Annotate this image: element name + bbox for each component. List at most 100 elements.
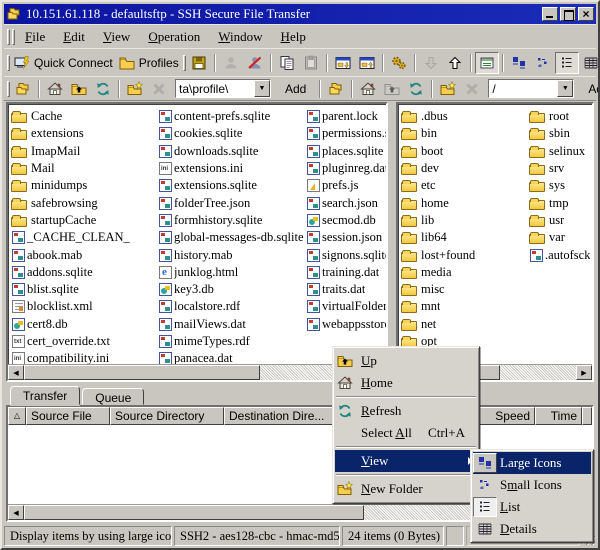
context-menu-item-select-all[interactable]: Select All Ctrl+A (335, 422, 477, 444)
file-bar-toggle-button[interactable] (475, 52, 499, 74)
submenu-item-small-icons[interactable]: Small Icons (473, 474, 591, 496)
minimize-button[interactable] (542, 7, 558, 21)
column-header-time[interactable]: Time (535, 407, 582, 425)
column-header-source-file[interactable]: Source File (26, 407, 110, 425)
title-bar[interactable]: 10.151.61.118 - defaultsftp - SSH Secure… (4, 4, 596, 24)
file-item[interactable]: minidumps (11, 177, 158, 194)
file-item[interactable]: permissions.sqlite (306, 125, 386, 142)
file-item[interactable]: key3.db (158, 281, 306, 298)
dropdown-arrow-icon[interactable]: ▼ (557, 80, 573, 97)
close-button[interactable]: × (578, 7, 594, 21)
menu-window[interactable]: Window (209, 27, 271, 47)
file-item[interactable]: places.sqlite (306, 143, 386, 160)
quick-connect-button[interactable]: Quick Connect (11, 52, 116, 74)
file-item[interactable]: traits.dat (306, 281, 386, 298)
file-item[interactable]: srv (529, 160, 592, 177)
remote-add-button[interactable]: Add (578, 78, 600, 100)
file-item[interactable]: media (401, 264, 529, 281)
file-item[interactable]: formhistory.sqlite (158, 212, 306, 229)
file-item[interactable]: localstore.rdf (158, 298, 306, 315)
menu-edit[interactable]: Edit (54, 27, 94, 47)
file-item[interactable]: etc (401, 177, 529, 194)
remote-home-button[interactable] (356, 78, 380, 100)
file-item[interactable]: mimeTypes.rdf (158, 333, 306, 350)
file-item[interactable]: net (401, 316, 529, 333)
toolbar-grip[interactable] (7, 55, 10, 71)
submenu-item-list[interactable]: List (473, 496, 591, 518)
submenu-item-large-icons[interactable]: Large Icons (473, 452, 591, 474)
file-item[interactable]: blist.sqlite (11, 281, 158, 298)
file-item[interactable]: downloads.sqlite (158, 143, 306, 160)
local-horizontal-scrollbar[interactable]: ◀ (8, 364, 386, 380)
file-item[interactable]: selinux (529, 143, 592, 160)
file-item[interactable]: sbin (529, 125, 592, 142)
remote-path-value[interactable]: / (489, 82, 557, 96)
file-item[interactable]: boot (401, 143, 529, 160)
context-menu-item-new-folder[interactable]: New Folder (335, 478, 477, 500)
menu-operation[interactable]: Operation (139, 27, 209, 47)
file-item[interactable]: extensions.ini (158, 160, 306, 177)
scroll-left-icon[interactable]: ◀ (8, 505, 24, 520)
file-item[interactable]: lib (401, 212, 529, 229)
file-item[interactable]: mnt (401, 298, 529, 315)
scrollbar-thumb[interactable] (24, 365, 260, 380)
profiles-button[interactable]: Profiles (116, 52, 182, 74)
remote-folder-view-button[interactable] (324, 78, 348, 100)
file-item[interactable]: Cache (11, 108, 158, 125)
file-item[interactable]: root (529, 108, 592, 125)
file-item[interactable]: mailViews.dat (158, 316, 306, 333)
file-item[interactable]: dev (401, 160, 529, 177)
file-item[interactable]: cert8.db (11, 316, 158, 333)
file-item[interactable]: global-messages-db.sqlite (158, 229, 306, 246)
file-item[interactable]: blocklist.xml (11, 298, 158, 315)
context-menu-item-up[interactable]: Up (335, 350, 477, 372)
context-menu-item-home[interactable]: Home (335, 372, 477, 394)
submenu-item-details[interactable]: Details (473, 518, 591, 540)
maximize-button[interactable] (560, 7, 576, 21)
file-item[interactable]: lib64 (401, 229, 529, 246)
file-item[interactable]: var (529, 229, 592, 246)
file-item[interactable]: webappsstore.sql (306, 316, 386, 333)
file-item[interactable]: sys (529, 177, 592, 194)
file-item[interactable]: cookies.sqlite (158, 125, 306, 142)
column-header-source-directory[interactable]: Source Directory (110, 407, 224, 425)
local-add-button[interactable]: Add (275, 78, 316, 100)
local-folder-view-button[interactable] (11, 78, 35, 100)
toolbar-grip[interactable] (12, 29, 15, 45)
scrollbar-thumb[interactable] (24, 505, 364, 520)
local-up-button[interactable] (67, 78, 91, 100)
save-button[interactable] (187, 52, 211, 74)
toolbar-grip[interactable] (7, 81, 10, 97)
local-new-folder-button[interactable] (123, 78, 147, 100)
context-menu-item-view[interactable]: View (335, 450, 477, 472)
file-item[interactable]: virtualFolders.da (306, 298, 386, 315)
file-item[interactable]: Mail (11, 160, 158, 177)
remote-new-folder-button[interactable] (436, 78, 460, 100)
list-view-button[interactable] (555, 52, 579, 74)
scroll-left-icon[interactable]: ◀ (8, 365, 24, 380)
file-item[interactable]: compatibility.ini (11, 350, 158, 364)
file-item[interactable]: session.json (306, 229, 386, 246)
column-header-speed[interactable]: Speed (475, 407, 535, 425)
local-path-combobox[interactable]: ta\profile\ ▼ (175, 79, 271, 98)
file-item[interactable]: training.dat (306, 264, 386, 281)
remote-path-combobox[interactable]: / ▼ (488, 79, 574, 98)
local-refresh-button[interactable] (91, 78, 115, 100)
file-item[interactable]: signons.sqlite (306, 246, 386, 263)
toolbar-grip[interactable] (183, 55, 186, 71)
file-item[interactable]: pluginreg.dat (306, 160, 386, 177)
tab-transfer[interactable]: Transfer (10, 386, 80, 405)
file-item[interactable]: lost+found (401, 246, 529, 263)
settings-button[interactable] (387, 52, 411, 74)
file-item[interactable]: abook.mab (11, 246, 158, 263)
sort-column-header[interactable]: △ (8, 407, 26, 425)
file-item[interactable]: safebrowsing (11, 194, 158, 211)
context-menu-item-refresh[interactable]: Refresh (335, 400, 477, 422)
file-item[interactable]: ImapMail (11, 143, 158, 160)
file-item[interactable]: extensions (11, 125, 158, 142)
file-item[interactable]: bin (401, 125, 529, 142)
file-item[interactable]: prefs.js (306, 177, 386, 194)
menu-help[interactable]: Help (272, 27, 315, 47)
file-item[interactable]: content-prefs.sqlite (158, 108, 306, 125)
remote-refresh-button[interactable] (404, 78, 428, 100)
